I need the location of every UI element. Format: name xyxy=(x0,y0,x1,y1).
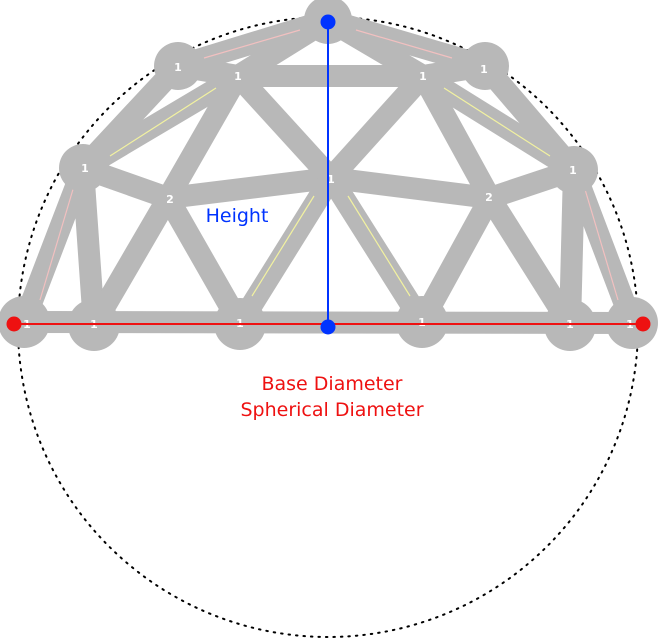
height-top-endpoint xyxy=(320,14,336,30)
node-number: 1 xyxy=(81,162,89,175)
node-number: 1 xyxy=(234,70,242,83)
node-number: 1 xyxy=(174,61,182,74)
height-label: Height xyxy=(206,205,269,227)
node-number: 1 xyxy=(418,316,426,329)
height-bottom-endpoint xyxy=(320,319,336,335)
node-number: 2 xyxy=(166,193,174,206)
spherical-diameter-label: Spherical Diameter xyxy=(240,399,423,421)
node-number: 1 xyxy=(569,164,577,177)
base-right-endpoint xyxy=(635,316,651,332)
base-diameter-label: Base Diameter xyxy=(261,373,402,395)
dome-diagram: 1 1 1 1 1 2 1 2 1 1 1 1 1 1 1 Height Bas… xyxy=(0,0,658,638)
node-number: 2 xyxy=(485,191,493,204)
base-left-endpoint xyxy=(6,316,22,332)
node-number: 1 xyxy=(480,63,488,76)
node-number: 1 xyxy=(419,70,427,83)
